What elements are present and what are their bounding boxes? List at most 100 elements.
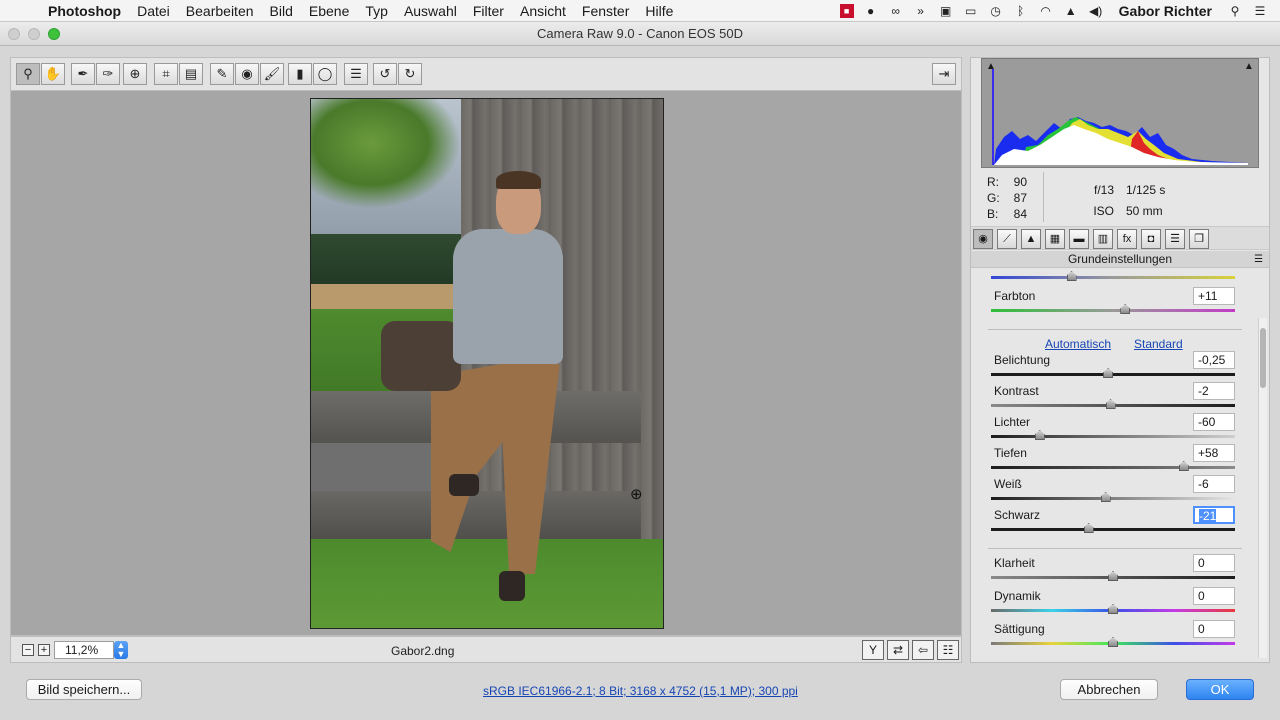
blacks-value-field[interactable]: -21	[1193, 506, 1235, 524]
blacks-thumb[interactable]	[1083, 523, 1094, 533]
panel-scrollbar[interactable]	[1258, 318, 1267, 658]
zoom-level-field[interactable]: 11,2%	[54, 641, 114, 659]
save-image-button[interactable]: Bild speichern...	[26, 679, 142, 700]
notification-center-icon[interactable]: ☰	[1252, 4, 1268, 18]
shadows-track[interactable]	[991, 466, 1235, 469]
rotate-left-icon[interactable]: ↺	[373, 63, 397, 85]
red-eye-tool-icon[interactable]: ◉	[235, 63, 259, 85]
menu-filter[interactable]: Filter	[465, 3, 512, 19]
rotate-right-icon[interactable]: ↻	[398, 63, 422, 85]
spotlight-search-icon[interactable]: ⚲	[1227, 4, 1243, 18]
before-after-view-icon[interactable]: Y	[862, 640, 884, 660]
arrows-icon[interactable]: »	[913, 4, 929, 18]
airplay-icon[interactable]: ▭	[963, 4, 979, 18]
adobe-icon[interactable]: ■	[839, 3, 854, 18]
clarity-value-field[interactable]: 0	[1193, 554, 1235, 572]
crop-tool-icon[interactable]: ⌗	[154, 63, 178, 85]
menu-ansicht[interactable]: Ansicht	[512, 3, 574, 19]
tab-snapshots-icon[interactable]: ❐	[1189, 229, 1209, 249]
menu-bild[interactable]: Bild	[262, 3, 301, 19]
eject-icon[interactable]: ▲	[1063, 4, 1079, 18]
panel-menu-icon[interactable]: ☰	[1254, 251, 1263, 268]
vibrance-thumb[interactable]	[1108, 604, 1118, 614]
wifi-icon[interactable]: ◠	[1038, 4, 1054, 18]
clarity-thumb[interactable]	[1108, 571, 1118, 581]
ok-button[interactable]: OK	[1186, 679, 1254, 700]
highlights-thumb[interactable]	[1034, 430, 1045, 440]
volume-icon[interactable]: ◀)	[1088, 4, 1104, 18]
default-link[interactable]: Standard	[1134, 337, 1183, 351]
tab-split-toning-icon[interactable]: ▬	[1069, 229, 1089, 249]
tab-detail-icon[interactable]: ▲	[1021, 229, 1041, 249]
zoom-tool-icon[interactable]: ⚲	[16, 63, 40, 85]
whites-value-field[interactable]: -6	[1193, 475, 1235, 493]
hat-icon[interactable]: ●	[863, 4, 879, 18]
whites-track[interactable]	[991, 497, 1235, 500]
menu-fenster[interactable]: Fenster	[574, 3, 637, 19]
menu-auswahl[interactable]: Auswahl	[396, 3, 465, 19]
tab-presets-icon[interactable]: ☰	[1165, 229, 1185, 249]
tab-effects-icon[interactable]: fx	[1117, 229, 1137, 249]
swap-before-after-icon[interactable]: ⇄	[887, 640, 909, 660]
contrast-thumb[interactable]	[1105, 399, 1116, 409]
adjustment-brush-icon[interactable]: 🖌	[260, 63, 284, 85]
exposure-thumb[interactable]	[1103, 368, 1114, 378]
tint-value-field[interactable]: +11	[1193, 287, 1235, 305]
tab-basic-icon[interactable]: ◉	[973, 229, 993, 249]
straighten-tool-icon[interactable]: ▤	[179, 63, 203, 85]
menu-photoshop[interactable]: Photoshop	[40, 3, 129, 19]
temperature-track[interactable]	[991, 276, 1235, 279]
tab-tone-curve-icon[interactable]: ⟋	[997, 229, 1017, 249]
auto-link[interactable]: Automatisch	[1045, 337, 1111, 351]
user-name[interactable]: Gabor Richter	[1113, 3, 1218, 19]
zoom-window-button[interactable]	[48, 28, 60, 40]
saturation-value-field[interactable]: 0	[1193, 620, 1235, 638]
cancel-button[interactable]: Abbrechen	[1060, 679, 1158, 700]
menu-hilfe[interactable]: Hilfe	[637, 3, 681, 19]
copy-settings-icon[interactable]: ⇦	[912, 640, 934, 660]
spot-removal-tool-icon[interactable]: ✎	[210, 63, 234, 85]
radial-filter-icon[interactable]: ◯	[313, 63, 337, 85]
menu-ebene[interactable]: Ebene	[301, 3, 357, 19]
tint-track[interactable]	[991, 309, 1235, 312]
saturation-thumb[interactable]	[1108, 637, 1118, 647]
graduated-filter-icon[interactable]: ▮	[288, 63, 312, 85]
vibrance-value-field[interactable]: 0	[1193, 587, 1235, 605]
zoom-level-stepper[interactable]: ▲ ▼	[114, 641, 128, 659]
close-window-button[interactable]	[8, 28, 20, 40]
menu-datei[interactable]: Datei	[129, 3, 178, 19]
whites-thumb[interactable]	[1100, 492, 1111, 502]
bluetooth-icon[interactable]: ᛒ	[1013, 4, 1029, 18]
color-sampler-tool-icon[interactable]: ✑	[96, 63, 120, 85]
shadow-clipping-warning-icon[interactable]: ▲	[984, 61, 998, 73]
preferences-icon[interactable]: ☰	[344, 63, 368, 85]
shadows-thumb[interactable]	[1178, 461, 1189, 471]
panel-scrollbar-thumb[interactable]	[1260, 328, 1266, 388]
creative-cloud-icon[interactable]: ∞	[888, 4, 904, 18]
photo-preview[interactable]	[310, 98, 664, 629]
contrast-value-field[interactable]: -2	[1193, 382, 1235, 400]
white-balance-tool-icon[interactable]: ✒	[71, 63, 95, 85]
highlights-value-field[interactable]: -60	[1193, 413, 1235, 431]
exposure-value-field[interactable]: -0,25	[1193, 351, 1235, 369]
blacks-track[interactable]	[991, 528, 1235, 531]
highlight-clipping-warning-icon[interactable]: ▲	[1242, 61, 1256, 73]
time-machine-icon[interactable]: ◷	[988, 4, 1004, 18]
temperature-thumb[interactable]	[1066, 271, 1077, 281]
minimize-window-button[interactable]	[28, 28, 40, 40]
menu-typ[interactable]: Typ	[357, 3, 396, 19]
shadows-value-field[interactable]: +58	[1193, 444, 1235, 462]
targeted-adjustment-tool-icon[interactable]: ⊕	[123, 63, 147, 85]
image-preview-area[interactable]: ⊕	[10, 90, 962, 636]
zoom-out-button[interactable]: −	[22, 644, 34, 656]
highlights-track[interactable]	[991, 435, 1235, 438]
hand-tool-icon[interactable]: ✋	[41, 63, 65, 85]
display-icon[interactable]: ▣	[938, 4, 954, 18]
tab-hsl-icon[interactable]: ▦	[1045, 229, 1065, 249]
toggle-settings-icon[interactable]: ☷	[937, 640, 959, 660]
tab-camera-calibration-icon[interactable]: ◘	[1141, 229, 1161, 249]
workflow-options-link[interactable]: sRGB IEC61966-2.1; 8 Bit; 3168 x 4752 (1…	[483, 684, 798, 698]
tab-lens-corrections-icon[interactable]: ▥	[1093, 229, 1113, 249]
tint-thumb[interactable]	[1120, 304, 1131, 314]
fullscreen-toggle-icon[interactable]: ⇥	[932, 63, 956, 85]
